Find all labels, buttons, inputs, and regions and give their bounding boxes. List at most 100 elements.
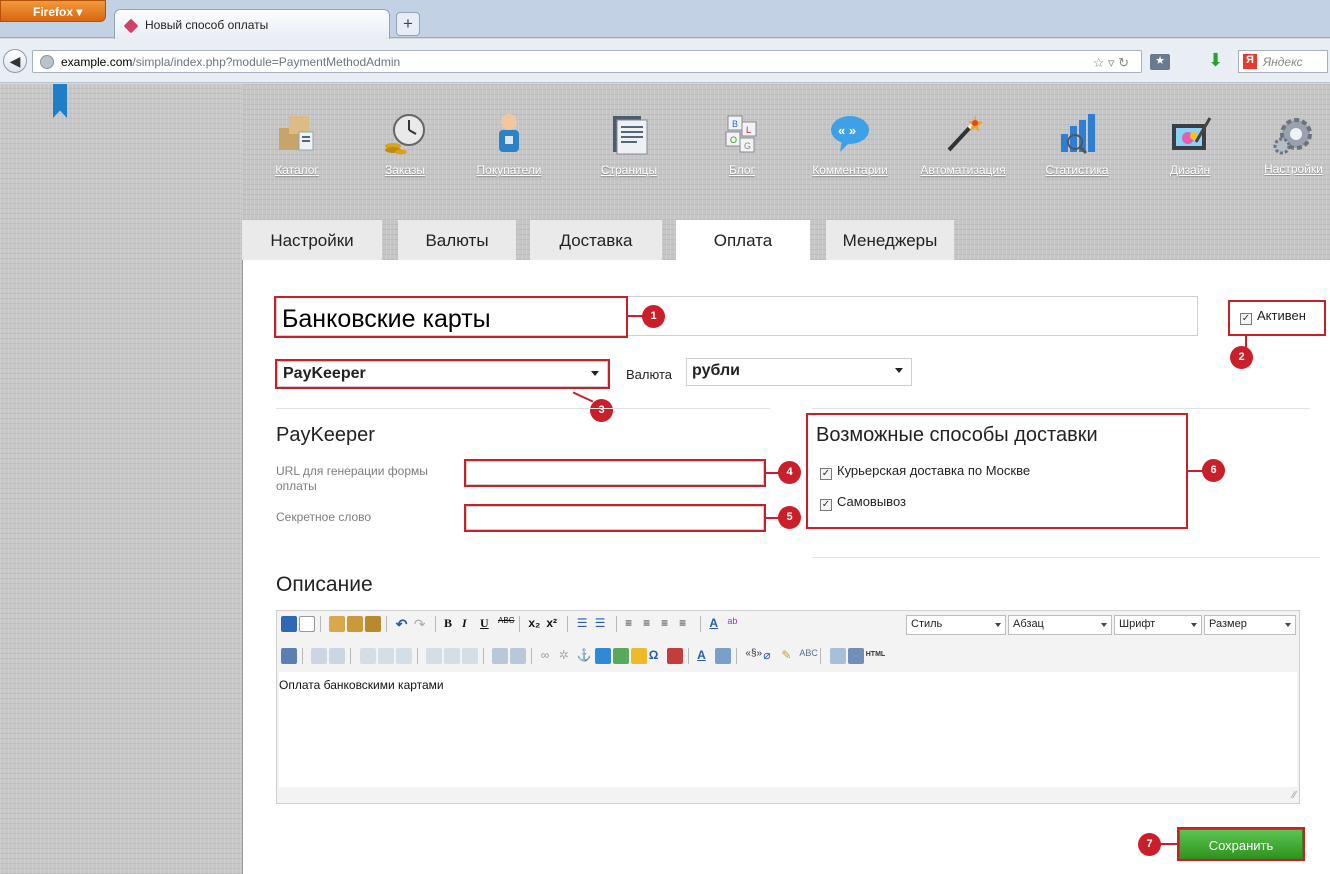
spellcheck-icon[interactable]: ABC xyxy=(799,648,818,664)
currency-select[interactable]: рубли xyxy=(686,358,912,386)
save-button[interactable]: Сохранить xyxy=(1179,829,1303,859)
url-field-label: URL для генерации формы оплаты xyxy=(276,464,428,493)
quote-icon[interactable]: «§» xyxy=(745,648,762,664)
delivery-option-checkbox[interactable]: ✓ Самовывоз xyxy=(820,494,906,511)
paste-word-icon[interactable] xyxy=(365,616,382,632)
image-icon[interactable] xyxy=(594,648,611,664)
clean-icon[interactable]: ✎ xyxy=(781,648,797,664)
new-tab-button[interactable]: + xyxy=(396,12,420,36)
anchor-icon[interactable]: ⚓ xyxy=(577,648,593,664)
bullet-list-icon[interactable]: ☰ xyxy=(577,616,593,632)
folder-icon[interactable] xyxy=(630,648,647,664)
tab-managers[interactable]: Менеджеры xyxy=(826,220,954,260)
style-dropdown[interactable]: Стиль xyxy=(906,615,1006,635)
format-dropdown[interactable]: Абзац xyxy=(1008,615,1112,635)
tab-settings[interactable]: Настройки xyxy=(242,220,382,260)
layer-down-icon[interactable] xyxy=(377,648,394,664)
align-justify-icon[interactable]: ≡ xyxy=(679,616,695,632)
menu-item-automation[interactable]: Автоматизация xyxy=(918,112,1008,177)
media-icon[interactable] xyxy=(612,648,629,664)
tab-payment[interactable]: Оплата xyxy=(676,220,810,260)
menu-label: Дизайн xyxy=(1169,163,1211,177)
gear-icon xyxy=(1273,118,1312,155)
template-icon[interactable] xyxy=(715,648,732,664)
text-color-icon[interactable]: A xyxy=(709,616,725,632)
size-dropdown[interactable]: Размер xyxy=(1204,615,1296,635)
superscript-icon[interactable]: x² xyxy=(546,616,562,632)
menu-item-catalog[interactable]: Каталог xyxy=(252,112,342,177)
indent-icon[interactable] xyxy=(329,648,346,664)
download-arrow-icon[interactable]: ⬇ xyxy=(1208,50,1223,71)
search-box[interactable]: Я Яндекс xyxy=(1238,50,1328,73)
align-left-icon[interactable]: ≡ xyxy=(625,616,641,632)
resize-handle-icon[interactable]: ⁄⁄ xyxy=(1293,790,1296,801)
redo-icon[interactable]: ↷ xyxy=(414,616,430,632)
clock-coins-icon xyxy=(385,114,425,155)
description-heading: Описание xyxy=(276,573,373,596)
font-dropdown[interactable]: Шрифт xyxy=(1114,615,1202,635)
tab-currencies[interactable]: Валюты xyxy=(398,220,516,260)
row-icon[interactable] xyxy=(444,648,461,664)
bold-icon[interactable]: B xyxy=(444,616,460,632)
menu-item-comments[interactable]: « » Комментарии xyxy=(805,112,895,177)
subscript-icon[interactable]: x₂ xyxy=(528,616,544,632)
special-char-icon[interactable]: Ω xyxy=(649,648,665,664)
callout-badge-6: 6 xyxy=(1202,459,1225,482)
menu-item-pages[interactable]: Страницы xyxy=(584,112,674,177)
menu-label: Заказы xyxy=(384,163,426,177)
url-path: /simpla/index.php?module=PaymentMethodAd… xyxy=(132,55,401,69)
save-icon[interactable] xyxy=(281,616,297,632)
design-icon xyxy=(1172,117,1212,150)
blog-icon: BLOG xyxy=(725,115,757,153)
layer-icon[interactable] xyxy=(359,648,376,664)
new-document-icon[interactable] xyxy=(299,616,315,632)
editor-toolbar-row-1: ↶ ↷ B I U ABC x₂ x² ☰ ☰ ≡ ≡ ≡ ≡ Aab xyxy=(281,613,745,635)
callout-box-5 xyxy=(464,504,766,532)
italic-icon[interactable]: I xyxy=(462,616,478,632)
table-props-icon[interactable] xyxy=(492,648,509,664)
customer-icon xyxy=(499,114,519,152)
menu-item-orders[interactable]: Заказы xyxy=(360,112,450,177)
paste-icon[interactable] xyxy=(329,616,346,632)
col-icon[interactable] xyxy=(426,648,443,664)
firefox-menu-button[interactable]: Firefox ▾ xyxy=(0,0,106,22)
html-source-button[interactable]: HTML xyxy=(866,651,885,658)
strikethrough-icon[interactable]: ABC xyxy=(498,616,514,632)
currency-label: Валюта xyxy=(626,367,672,382)
edit-icon[interactable] xyxy=(281,648,297,664)
fullscreen-icon[interactable] xyxy=(847,648,864,664)
browser-tab[interactable]: Новый способ оплаты xyxy=(114,9,390,39)
cell-props-icon[interactable] xyxy=(510,648,527,664)
eraser-icon[interactable]: ⌀ xyxy=(763,648,779,664)
star-reload-icons[interactable]: ☆ ▿ ↻ xyxy=(1093,55,1129,71)
menu-item-blog[interactable]: BLOG Блог xyxy=(697,112,787,177)
tab-delivery[interactable]: Доставка xyxy=(530,220,662,260)
spell-icon[interactable]: A xyxy=(697,648,713,664)
outdent-icon[interactable] xyxy=(311,648,328,664)
description-editor-area[interactable]: Оплата банковскими картами xyxy=(279,672,1297,787)
address-bar[interactable]: example.com/simpla/index.php?module=Paym… xyxy=(32,50,1142,73)
menu-item-statistics[interactable]: Статистика xyxy=(1032,112,1122,177)
menu-item-design[interactable]: Дизайн xyxy=(1145,112,1235,177)
paste-text-icon[interactable] xyxy=(347,616,364,632)
callout-badge-7: 7 xyxy=(1138,833,1161,856)
back-arrow-icon[interactable]: ◀ xyxy=(3,49,27,73)
link-icon[interactable]: ∞ xyxy=(541,648,557,664)
unlink-icon[interactable]: ✲ xyxy=(559,648,575,664)
align-center-icon[interactable]: ≡ xyxy=(643,616,659,632)
highlight-color-icon[interactable]: ab xyxy=(727,616,743,632)
flash-icon[interactable] xyxy=(666,648,683,664)
delivery-option-checkbox[interactable]: ✓ Курьерская доставка по Москве xyxy=(820,463,1030,480)
menu-item-customers[interactable]: Покупатели xyxy=(464,112,554,177)
rich-text-editor: ↶ ↷ B I U ABC x₂ x² ☰ ☰ ≡ ≡ ≡ ≡ Aab Стиль Абзац Ш… xyxy=(276,610,1300,804)
menu-item-settings[interactable]: Настройки xyxy=(1252,112,1330,176)
underline-icon[interactable]: U xyxy=(480,616,496,632)
align-right-icon[interactable]: ≡ xyxy=(661,616,677,632)
cell-icon[interactable] xyxy=(462,648,479,664)
undo-icon[interactable]: ↶ xyxy=(396,616,412,632)
table-icon[interactable] xyxy=(829,648,846,664)
browser-tab-title: Новый способ оплаты xyxy=(145,18,269,32)
bookmarks-menu-icon[interactable]: ★ xyxy=(1150,54,1170,70)
numbered-list-icon[interactable]: ☰ xyxy=(595,616,611,632)
layer-right-icon[interactable] xyxy=(395,648,412,664)
